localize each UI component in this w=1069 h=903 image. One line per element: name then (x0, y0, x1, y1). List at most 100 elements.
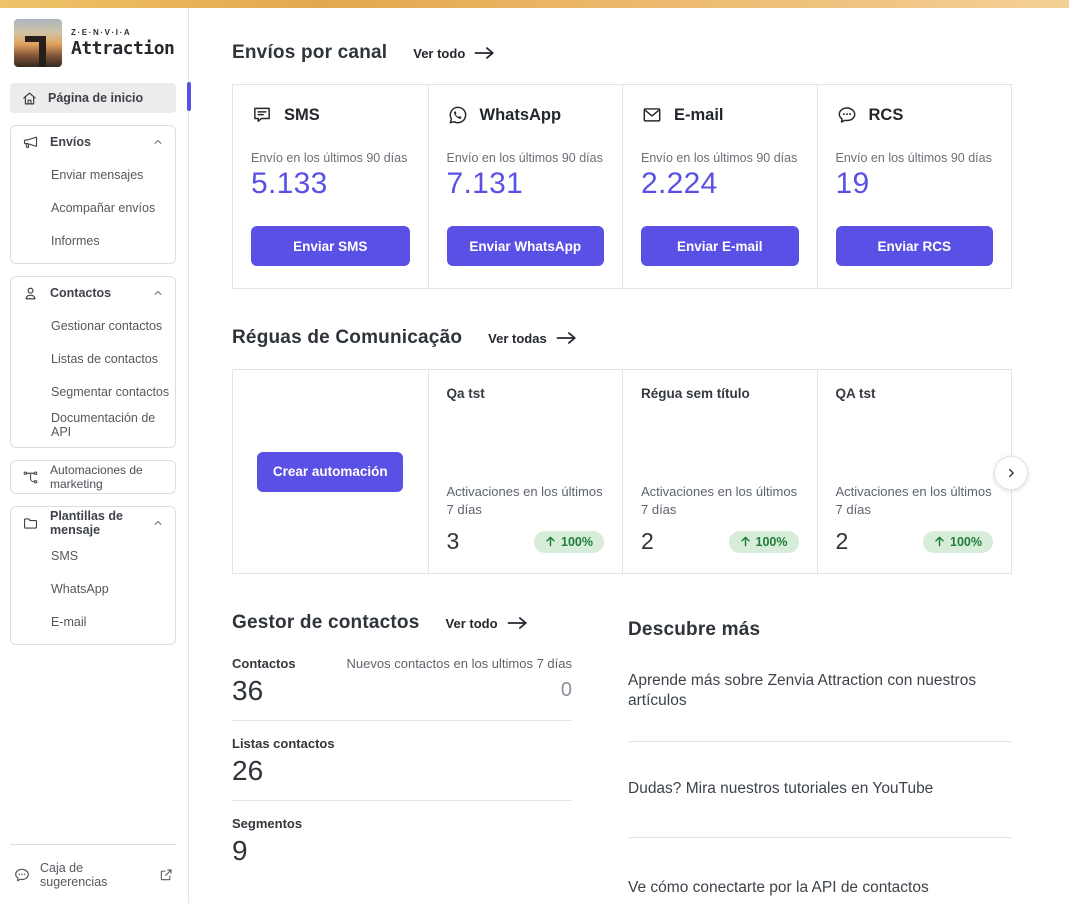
channels-section-title: Envíos por canal (232, 42, 388, 63)
rule-card-title: QA tst (835, 386, 876, 401)
contacts-section-title: Gestor de contactos (232, 612, 420, 633)
chevron-up-icon[interactable] (151, 516, 165, 530)
sidebar-item-plantillas-sms[interactable]: SMS (11, 539, 175, 572)
delta-badge: 100% (728, 530, 799, 553)
segments-stat-row: Segmentos 9 (232, 801, 572, 880)
rules-section-header: Réguas de Comunicação Ver todas (232, 327, 1012, 349)
sidebar-item-plantillas-email[interactable]: E-mail (11, 605, 175, 638)
discover-link-youtube[interactable]: Dudas? Mira nuestros tutoriales en YouTu… (628, 742, 1012, 839)
send-email-button[interactable]: Enviar E-mail (641, 226, 799, 266)
channel-card-whatsapp-header: WhatsApp (447, 102, 605, 128)
sidebar-group-contactos-header[interactable]: Contactos (11, 277, 175, 309)
contacts-total-value: 36 (232, 675, 264, 706)
send-rcs-button[interactable]: Enviar RCS (835, 226, 993, 266)
chevron-up-icon[interactable] (151, 286, 165, 300)
rule-card-title: Qa tst (446, 386, 485, 401)
bottom-section: Gestor de contactos Ver todo Contactos 3… (232, 612, 1012, 899)
sidebar-footer: Caja de sugerencias (0, 844, 188, 903)
sidebar-item-gestionar-contactos[interactable]: Gestionar contactos (11, 309, 175, 342)
rule-card-bottom: Activaciones en los últimos 7 días 2 100… (836, 483, 993, 555)
chevron-right-icon (1003, 465, 1019, 481)
flow-branch-icon (22, 469, 39, 486)
delta-badge: 100% (534, 530, 604, 553)
carousel-next-button[interactable] (994, 456, 1028, 490)
channel-card-email-title: E-mail (674, 105, 724, 124)
rule-metric-label: Activaciones en los últimos 7 días (641, 483, 798, 517)
sidebar-group-plantillas-header[interactable]: Plantillas de mensaje (11, 507, 175, 539)
channel-card-whatsapp-title: WhatsApp (479, 105, 562, 124)
contacts-manager-section: Gestor de contactos Ver todo Contactos 3… (232, 612, 572, 899)
sidebar-group-contactos-label: Contactos (50, 286, 112, 300)
rule-stat-row: 3 100% (446, 528, 604, 555)
sidebar-item-acompanar-envios[interactable]: Acompañar envíos (11, 191, 175, 224)
sidebar-item-caja-sugerencias-label: Caja de sugerencias (40, 861, 108, 889)
channel-card-whatsapp: WhatsApp Envío en los últimos 90 días 7.… (427, 85, 623, 288)
sidebar-item-documentacion-api[interactable]: Documentación de API (11, 408, 175, 441)
rules-see-all-link[interactable]: Ver todas (488, 331, 577, 346)
rule-metric-label: Activaciones en los últimos 7 días (446, 483, 603, 517)
channel-card-email-header: E-mail (641, 102, 799, 128)
channel-card-sms: SMS Envío en los últimos 90 días 5.133 E… (233, 85, 428, 288)
sidebar-group-envios: Envíos Enviar mensajes Acompañar envíos … (10, 125, 176, 264)
delta-badge-value: 100% (950, 534, 982, 549)
external-link-icon[interactable] (158, 867, 174, 883)
delta-badge: 100% (923, 530, 993, 553)
home-icon (21, 90, 38, 107)
create-automation-button[interactable]: Crear automación (257, 451, 404, 492)
sidebar-item-listas-de-contactos[interactable]: Listas de contactos (11, 342, 175, 375)
sidebar-scrollbar-thumb[interactable] (187, 82, 191, 111)
whatsapp-icon (447, 104, 469, 126)
arrow-right-icon (507, 616, 528, 630)
megaphone-icon (22, 134, 39, 151)
sidebar-group-automaciones: Automaciones de marketing (10, 460, 176, 494)
rule-card-2[interactable]: Régua sem título Activaciones en los últ… (622, 370, 817, 573)
channel-card-sms-header: SMS (251, 102, 410, 128)
discover-link-api[interactable]: Ve cómo conectarte por la API de contact… (628, 838, 1012, 898)
arrow-right-icon (556, 331, 577, 345)
sidebar-item-caja-sugerencias[interactable]: Caja de sugerencias (0, 845, 188, 893)
channel-metric-value: 19 (835, 167, 870, 200)
channel-card-rcs-header: RCS (836, 102, 994, 128)
send-sms-button[interactable]: Enviar SMS (251, 226, 410, 266)
contacts-see-all-link[interactable]: Ver todo (446, 616, 528, 631)
channel-metric-label: Envío en los últimos 90 días (835, 151, 992, 165)
sidebar-item-automaciones[interactable]: Automaciones de marketing (11, 461, 175, 493)
rule-activations-value: 3 (446, 528, 460, 554)
discover-section-header: Descubre más (628, 619, 1012, 641)
arrow-right-icon (474, 46, 495, 60)
channels-see-all-link[interactable]: Ver todo (413, 46, 495, 61)
sidebar-item-segmentar-contactos[interactable]: Segmentar contactos (11, 375, 175, 408)
sidebar-item-enviar-mensajes[interactable]: Enviar mensajes (11, 158, 175, 191)
segments-block: Segmentos 9 (232, 816, 302, 867)
chat-bubble-dots-icon (13, 866, 31, 884)
segments-value: 9 (232, 835, 248, 866)
sidebar-item-plantillas-whatsapp[interactable]: WhatsApp (11, 572, 175, 605)
rule-card-3[interactable]: QA tst Activaciones en los últimos 7 día… (816, 370, 1012, 573)
sidebar-item-home[interactable]: Página de inicio (10, 83, 176, 113)
sidebar-group-envios-header[interactable]: Envíos (11, 126, 175, 158)
segments-label: Segmentos (232, 816, 303, 831)
contacts-section-header: Gestor de contactos Ver todo (232, 612, 572, 634)
rule-card-1[interactable]: Qa tst Activaciones en los últimos 7 día… (427, 370, 623, 573)
brand-logo-text: Z·E·N·V·I·A Attraction (71, 28, 175, 59)
channel-metric-label: Envío en los últimos 90 días (641, 151, 798, 165)
arrow-up-icon (545, 536, 556, 547)
sms-message-icon (251, 104, 273, 126)
send-whatsapp-button[interactable]: Enviar WhatsApp (446, 226, 604, 266)
channel-metric-value: 7.131 (446, 167, 524, 200)
channel-metric-label: Envío en los últimos 90 días (446, 151, 603, 165)
channel-card-sms-title: SMS (284, 105, 320, 124)
channel-card-rcs: RCS Envío en los últimos 90 días 19 Envi… (816, 85, 1012, 288)
delta-badge-value: 100% (561, 534, 593, 549)
chevron-up-icon[interactable] (151, 135, 165, 149)
person-icon (22, 285, 39, 302)
sidebar-group-envios-label: Envíos (50, 135, 91, 149)
rule-card-bottom: Activaciones en los últimos 7 días 2 100… (641, 483, 799, 555)
channel-card-email: E-mail Envío en los últimos 90 días 2.22… (622, 85, 817, 288)
channel-metric-value: 2.224 (641, 167, 718, 200)
rules-cards-row: Crear automación Qa tst Activaciones en … (232, 369, 1028, 574)
sidebar-item-informes[interactable]: Informes (11, 224, 175, 257)
main-content: Envíos por canal Ver todo SMS Envío en l… (189, 8, 1069, 903)
discover-link-articles[interactable]: Aprende más sobre Zenvia Attraction con … (628, 641, 1012, 742)
rule-create-cell: Crear automación (233, 370, 428, 573)
